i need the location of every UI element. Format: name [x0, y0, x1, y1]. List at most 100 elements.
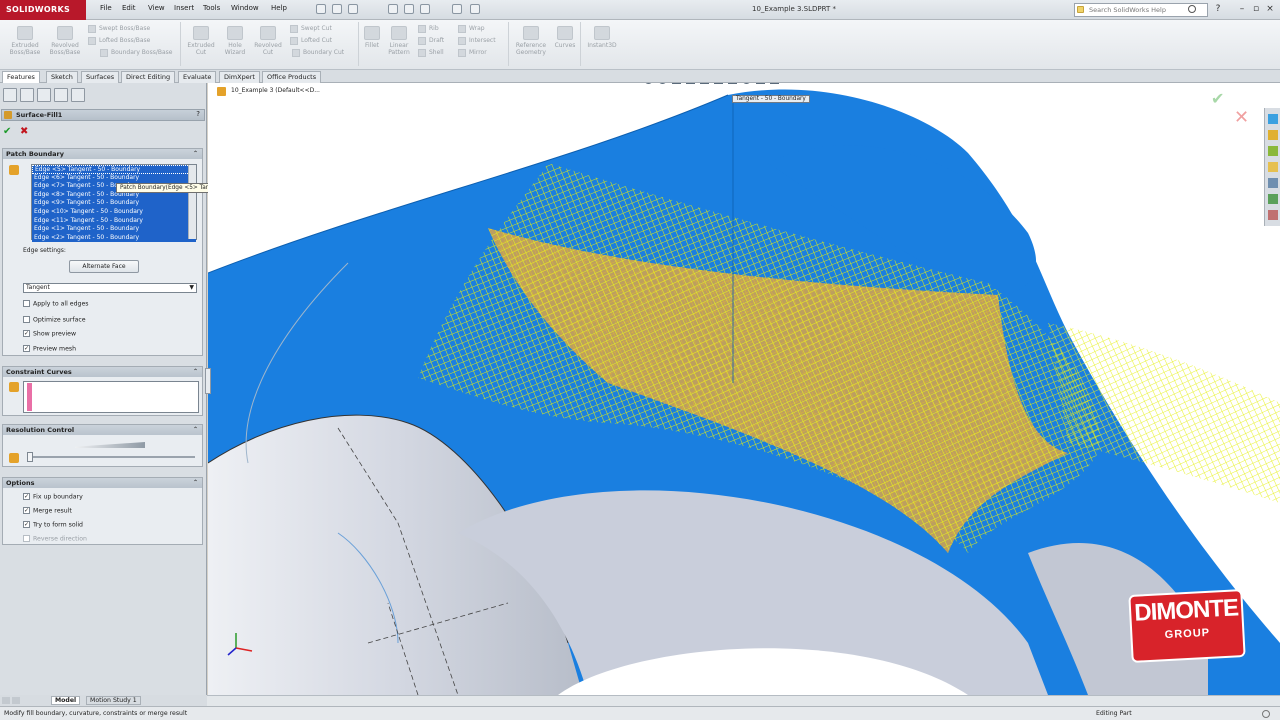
- solidworks-resources-icon[interactable]: [1268, 114, 1278, 124]
- tab-sketch[interactable]: Sketch: [46, 71, 78, 83]
- property-manager-icon[interactable]: [20, 88, 34, 102]
- list-item[interactable]: Edge <9> Tangent - 50 - Boundary: [32, 199, 196, 208]
- cancel-x-icon[interactable]: ✖: [20, 126, 28, 137]
- collapse-icon[interactable]: ⌃: [192, 150, 199, 157]
- collapse-icon[interactable]: ⌃: [192, 479, 199, 486]
- tab-direct-editing[interactable]: Direct Editing: [121, 71, 176, 83]
- print-icon[interactable]: [388, 4, 398, 14]
- help-icon[interactable]: ?: [196, 110, 200, 118]
- patch-boundary-header[interactable]: Patch Boundary ⌃: [3, 149, 202, 159]
- status-help-icon[interactable]: [1262, 710, 1270, 718]
- draft-button[interactable]: Draft: [418, 36, 454, 48]
- list-item[interactable]: Edge <11> Tangent - 50 - Boundary: [32, 216, 196, 226]
- search-results-icon[interactable]: [1268, 162, 1278, 172]
- wrap-button[interactable]: Wrap: [458, 24, 506, 36]
- swept-cut-button[interactable]: Swept Cut: [290, 24, 356, 36]
- alternate-face-button[interactable]: Alternate Face: [69, 260, 139, 273]
- apply-all-edges-checkbox[interactable]: Apply to all edges: [23, 300, 89, 309]
- list-item[interactable]: Edge <1> Tangent - 50 - Boundary: [32, 225, 196, 234]
- intersect-button[interactable]: Intersect: [458, 36, 506, 48]
- menu-file[interactable]: File: [100, 4, 112, 12]
- hole-wizard-button[interactable]: Hole Wizard: [219, 26, 251, 56]
- apply-scene-icon[interactable]: [756, 83, 765, 84]
- zoom-to-fit-icon[interactable]: [644, 83, 653, 84]
- scroll-left-icon[interactable]: [2, 697, 10, 704]
- tab-dimxpert[interactable]: DimXpert: [219, 71, 260, 83]
- rebuild-icon[interactable]: [452, 4, 462, 14]
- constraint-curves-header[interactable]: Constraint Curves ⌃: [3, 367, 202, 377]
- rib-button[interactable]: Rib: [418, 24, 454, 36]
- configuration-manager-icon[interactable]: [37, 88, 51, 102]
- close-icon[interactable]: ×: [1264, 3, 1276, 15]
- restore-icon[interactable]: ▫: [1250, 3, 1262, 15]
- extruded-boss-button[interactable]: Extruded Boss/Base: [6, 26, 44, 56]
- lofted-cut-button[interactable]: Lofted Cut: [290, 36, 356, 48]
- new-icon[interactable]: [316, 4, 326, 14]
- collapse-icon[interactable]: ⌃: [192, 368, 199, 375]
- horizontal-scrollbar[interactable]: [207, 695, 1280, 706]
- dimxpert-manager-icon[interactable]: [54, 88, 68, 102]
- view-palette-icon[interactable]: [1268, 178, 1278, 188]
- show-preview-checkbox[interactable]: ✓ Show preview: [23, 330, 76, 339]
- optimize-surface-checkbox[interactable]: Optimize surface: [23, 316, 86, 325]
- display-manager-icon[interactable]: [71, 88, 85, 102]
- mirror-button[interactable]: Mirror: [458, 48, 506, 60]
- instant3d-button[interactable]: Instant3D: [584, 26, 620, 49]
- edge-list[interactable]: Edge <5> Tangent - 50 - Boundary Edge <6…: [31, 164, 197, 243]
- minimize-icon[interactable]: –: [1236, 3, 1248, 15]
- curvature-control-select[interactable]: Tangent ▼: [23, 283, 197, 293]
- boundary-cut-button[interactable]: Boundary Cut: [290, 48, 356, 60]
- view-orientation-icon[interactable]: [700, 83, 709, 84]
- confirm-check-icon[interactable]: ✔: [1211, 89, 1224, 108]
- search-icon[interactable]: [1188, 5, 1196, 13]
- solidworks-logo[interactable]: SOLIDWORKS: [0, 0, 86, 20]
- list-scrollbar[interactable]: [188, 165, 196, 239]
- boundary-boss-button[interactable]: Boundary Boss/Base: [88, 48, 174, 60]
- swept-boss-button[interactable]: Swept Boss/Base: [88, 24, 174, 36]
- lofted-boss-button[interactable]: Lofted Boss/Base: [88, 36, 174, 48]
- edit-appearance-icon[interactable]: [742, 83, 751, 84]
- tab-features[interactable]: Features: [2, 71, 40, 83]
- list-item[interactable]: Edge <5> Tangent - 50 - Boundary: [32, 165, 196, 174]
- menu-help[interactable]: Help: [271, 4, 287, 12]
- try-to-form-solid-checkbox[interactable]: ✓ Try to form solid: [23, 521, 83, 530]
- file-explorer-icon[interactable]: [1268, 146, 1278, 156]
- options-icon[interactable]: [470, 4, 480, 14]
- open-icon[interactable]: [332, 4, 342, 14]
- menu-window[interactable]: Window: [231, 4, 259, 12]
- list-item[interactable]: Edge <10> Tangent - 50 - Boundary: [32, 207, 196, 217]
- menu-insert[interactable]: Insert: [174, 4, 194, 12]
- custom-properties-icon[interactable]: [1268, 210, 1278, 220]
- scroll-right-icon[interactable]: [12, 697, 20, 704]
- tab-model[interactable]: Model: [51, 696, 81, 705]
- help-icon[interactable]: ?: [1212, 3, 1224, 15]
- resolution-slider-thumb[interactable]: [27, 452, 33, 462]
- tab-office-products[interactable]: Office Products: [262, 71, 322, 83]
- list-item[interactable]: Edge <2> Tangent - 50 - Boundary: [32, 233, 196, 243]
- graphics-area[interactable]: 10_Example 3 (Default<<D... Tangent - 50…: [208, 83, 1280, 695]
- reference-geometry-button[interactable]: Reference Geometry: [512, 26, 550, 56]
- merge-result-checkbox[interactable]: ✓ Merge result: [23, 507, 72, 516]
- tab-surfaces[interactable]: Surfaces: [81, 71, 120, 83]
- zoom-to-area-icon[interactable]: [658, 83, 667, 84]
- design-library-icon[interactable]: [1268, 130, 1278, 140]
- revolved-boss-button[interactable]: Revolved Boss/Base: [46, 26, 84, 56]
- undo-icon[interactable]: [404, 4, 414, 14]
- options-header[interactable]: Options ⌃: [3, 478, 202, 488]
- feature-tree-flyout[interactable]: 10_Example 3 (Default<<D...: [231, 87, 320, 94]
- shell-button[interactable]: Shell: [418, 48, 454, 60]
- constraint-curves-list[interactable]: [23, 381, 199, 413]
- resolution-control-header[interactable]: Resolution Control ⌃: [3, 425, 202, 435]
- ok-check-icon[interactable]: ✔: [3, 126, 11, 137]
- view-settings-icon[interactable]: [770, 83, 779, 84]
- feature-tree-icon[interactable]: [3, 88, 17, 102]
- appearances-icon[interactable]: [1268, 194, 1278, 204]
- save-icon[interactable]: [348, 4, 358, 14]
- preview-mesh-checkbox[interactable]: ✓ Preview mesh: [23, 345, 76, 354]
- collapse-icon[interactable]: ⌃: [192, 426, 199, 433]
- display-style-icon[interactable]: [714, 83, 723, 84]
- edge-callout[interactable]: Tangent - 50 - Boundary: [732, 95, 810, 103]
- extruded-cut-button[interactable]: Extruded Cut: [184, 26, 218, 56]
- curves-button[interactable]: Curves: [552, 26, 578, 49]
- previous-view-icon[interactable]: [672, 83, 681, 84]
